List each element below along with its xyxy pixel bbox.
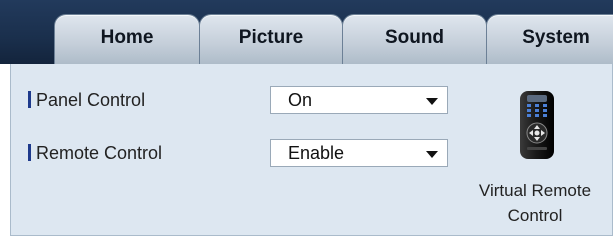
remote-control-row: Remote Control (28, 143, 162, 164)
chevron-down-icon (426, 151, 438, 158)
virtual-remote-label[interactable]: Virtual Remote Control (460, 178, 610, 228)
virtual-remote-line1: Virtual Remote (478, 181, 592, 200)
tab-system[interactable]: System (486, 14, 613, 64)
remote-control-select[interactable]: Enable (270, 139, 448, 167)
panel-control-select[interactable]: On (270, 86, 448, 114)
bottom-edge (0, 236, 613, 240)
tab-picture[interactable]: Picture (199, 14, 343, 64)
tab-home[interactable]: Home (54, 14, 200, 64)
label-marker (28, 144, 31, 161)
remote-control-label: Remote Control (36, 143, 163, 163)
remote-control-value: Enable (288, 143, 345, 163)
panel-control-value: On (288, 90, 313, 110)
panel-control-row: Panel Control (28, 90, 145, 111)
label-marker (28, 91, 31, 108)
panel-control-label: Panel Control (36, 90, 146, 110)
tab-sound[interactable]: Sound (342, 14, 487, 64)
tab-bar: Home Picture Sound System (0, 0, 613, 64)
chevron-down-icon (426, 98, 438, 105)
virtual-remote-line2: Control (507, 206, 563, 225)
remote-control-icon[interactable] (517, 89, 557, 166)
